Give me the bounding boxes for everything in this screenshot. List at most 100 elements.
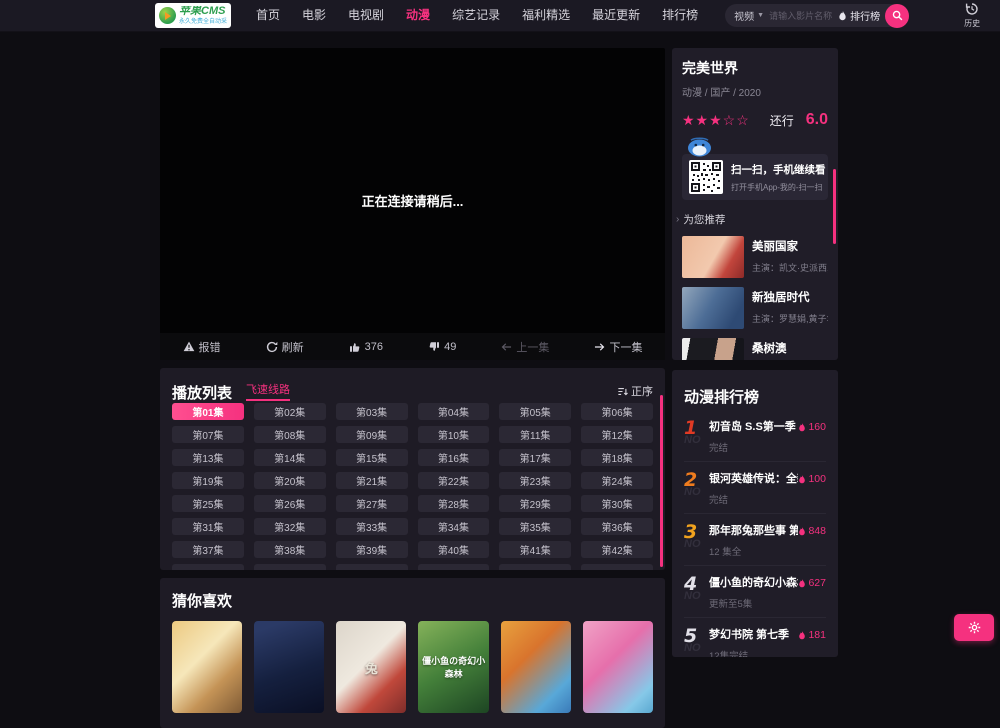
next-episode-button[interactable]: 下一集 [594, 339, 642, 355]
episode-button[interactable]: 第12集 [581, 426, 653, 443]
episode-button[interactable]: 第10集 [417, 426, 490, 443]
episode-button[interactable]: 第15集 [335, 449, 408, 466]
video-player[interactable]: 正在连接请稍后... 报错 刷新 376 49 上一集 下一集 [160, 48, 665, 360]
report-error-button[interactable]: 报错 [183, 339, 221, 355]
refresh-button[interactable]: 刷新 [266, 339, 304, 355]
episode-button[interactable]: 第06集 [581, 403, 653, 420]
episode-button-partial[interactable] [253, 564, 326, 570]
episode-button[interactable]: 第14集 [253, 449, 326, 466]
menu-item[interactable]: 动漫 [395, 0, 441, 31]
poster-thumbnail[interactable] [172, 621, 243, 713]
search-input[interactable] [764, 10, 839, 21]
menu-item[interactable]: 综艺记录 [441, 0, 511, 31]
episode-button[interactable]: 第20集 [253, 472, 326, 489]
episode-button[interactable]: 第19集 [172, 472, 244, 489]
thumb-up-icon [349, 342, 359, 352]
episode-button[interactable]: 第24集 [581, 472, 653, 489]
episode-button[interactable]: 第05集 [499, 403, 572, 420]
episode-button[interactable]: 第30集 [581, 495, 653, 512]
episode-button[interactable]: 第17集 [499, 449, 572, 466]
recommend-item[interactable]: 美丽国家 主演：凯文·史派西,安妮特... [682, 236, 828, 278]
episode-button[interactable]: 第27集 [335, 495, 408, 512]
like-button[interactable]: 376 [349, 341, 383, 353]
history-button[interactable]: 历史 [959, 2, 985, 29]
episode-button[interactable]: 第35集 [499, 518, 572, 535]
episode-button[interactable]: 第31集 [172, 518, 244, 535]
menu-item[interactable]: 首页 [245, 0, 291, 31]
episode-button-partial[interactable] [172, 564, 244, 570]
playlist-scrollbar[interactable] [660, 395, 663, 567]
recommend-item[interactable]: 桑树澳 主演：TriciaJoHoffman,Ba... [682, 338, 828, 360]
episode-button[interactable]: 第40集 [417, 541, 490, 558]
episode-button[interactable]: 第25集 [172, 495, 244, 512]
episode-button[interactable]: 第07集 [172, 426, 244, 443]
episode-button[interactable]: 第33集 [335, 518, 408, 535]
episode-button[interactable]: 第41集 [499, 541, 572, 558]
ranking-item[interactable]: NO 1 初音岛 S.S第一季 完结 160 [684, 410, 826, 461]
episode-button-partial[interactable] [417, 564, 490, 570]
episode-button[interactable]: 第29集 [499, 495, 572, 512]
menu-item[interactable]: 最近更新 [581, 0, 651, 31]
episode-button[interactable]: 第01集 [172, 403, 244, 420]
episode-button-partial[interactable] [335, 564, 408, 570]
episode-button[interactable]: 第04集 [417, 403, 490, 420]
site-logo[interactable]: 苹果CMS 永久免费全自动采集 [155, 3, 231, 28]
playlist-line-tab[interactable]: 飞速线路 [246, 385, 291, 401]
recommend-item-title: 新独居时代 [752, 292, 810, 304]
recommend-item[interactable]: 新独居时代 主演：罗慧娟,黄子华,甄楚倩... [682, 287, 828, 329]
menu-item[interactable]: 福利精选 [511, 0, 581, 31]
search-rank-link[interactable]: 排行榜 [838, 8, 885, 23]
poster-thumbnail[interactable] [254, 621, 325, 713]
ranking-item[interactable]: NO 3 那年那兔那些事 第二... 12 集全 848 [684, 513, 826, 565]
recommend-arrow-icon[interactable]: › [676, 214, 679, 225]
episode-button[interactable]: 第13集 [172, 449, 244, 466]
search-button[interactable] [885, 3, 910, 28]
episode-button[interactable]: 第18集 [581, 449, 653, 466]
prev-episode-button[interactable]: 上一集 [501, 339, 549, 355]
episode-button[interactable]: 第34集 [417, 518, 490, 535]
episode-button[interactable]: 第28集 [417, 495, 490, 512]
episode-button[interactable]: 第23集 [499, 472, 572, 489]
episode-button[interactable]: 第11集 [499, 426, 572, 443]
dislike-button[interactable]: 49 [428, 341, 456, 353]
episode-button[interactable]: 第02集 [253, 403, 326, 420]
menu-item[interactable]: 电影 [291, 0, 337, 31]
flame-icon [799, 422, 806, 431]
poster-thumbnail[interactable] [582, 621, 653, 713]
episode-button-partial[interactable] [499, 564, 572, 570]
episode-button[interactable]: 第32集 [253, 518, 326, 535]
episode-button-partial[interactable] [581, 564, 653, 570]
episode-button[interactable]: 第08集 [253, 426, 326, 443]
poster-thumbnail[interactable]: 僵小鱼の奇幻小森林 [418, 621, 489, 713]
episode-button[interactable]: 第38集 [253, 541, 326, 558]
episode-button[interactable]: 第36集 [581, 518, 653, 535]
episode-button[interactable]: 第16集 [417, 449, 490, 466]
recommend-scrollbar[interactable] [833, 169, 836, 244]
episode-button[interactable]: 第22集 [417, 472, 490, 489]
sort-order-button[interactable]: 正序 [617, 383, 653, 401]
ranking-item[interactable]: NO 4 僵小鱼的奇幻小森林 更新至5集 627 [684, 565, 826, 617]
episode-button[interactable]: 第21集 [335, 472, 408, 489]
star-rating[interactable]: ★★★☆☆ [682, 113, 750, 127]
menu-item[interactable]: 电视剧 [337, 0, 395, 31]
ranking-number-value: 4 [684, 573, 698, 595]
episode-button[interactable]: 第09集 [335, 426, 408, 443]
menu-item[interactable]: 排行榜 [651, 0, 709, 31]
episode-button[interactable]: 第39集 [335, 541, 408, 558]
episode-button[interactable]: 第37集 [172, 541, 244, 558]
episode-button[interactable]: 第26集 [253, 495, 326, 512]
top-navbar: 苹果CMS 永久免费全自动采集 首页电影电视剧动漫综艺记录福利精选最近更新排行榜… [0, 0, 1000, 32]
poster-thumbnail[interactable]: 兔 [336, 621, 407, 713]
episode-button[interactable]: 第03集 [335, 403, 408, 420]
poster-thumbnail[interactable] [500, 621, 571, 713]
theme-settings-fab[interactable] [954, 614, 994, 641]
movie-meta: 动漫 / 国产 / 2020 [682, 88, 761, 99]
ranking-item[interactable]: NO 5 梦幻书院 第七季 12集完结 181 [684, 617, 826, 657]
episode-button[interactable]: 第42集 [581, 541, 653, 558]
recommend-thumbnail [682, 287, 744, 329]
qr-texts: 扫一扫，手机继续看 打开手机App-我的-扫一扫 [731, 162, 826, 193]
logo-brand-text: 苹果CMS [179, 6, 226, 17]
ranking-item-status: 12集完结 [709, 651, 749, 657]
ranking-item[interactable]: NO 2 银河英雄传说：全新... 完结 100 [684, 461, 826, 513]
search-category-dropdown[interactable]: 视频 ▼ [734, 8, 764, 23]
